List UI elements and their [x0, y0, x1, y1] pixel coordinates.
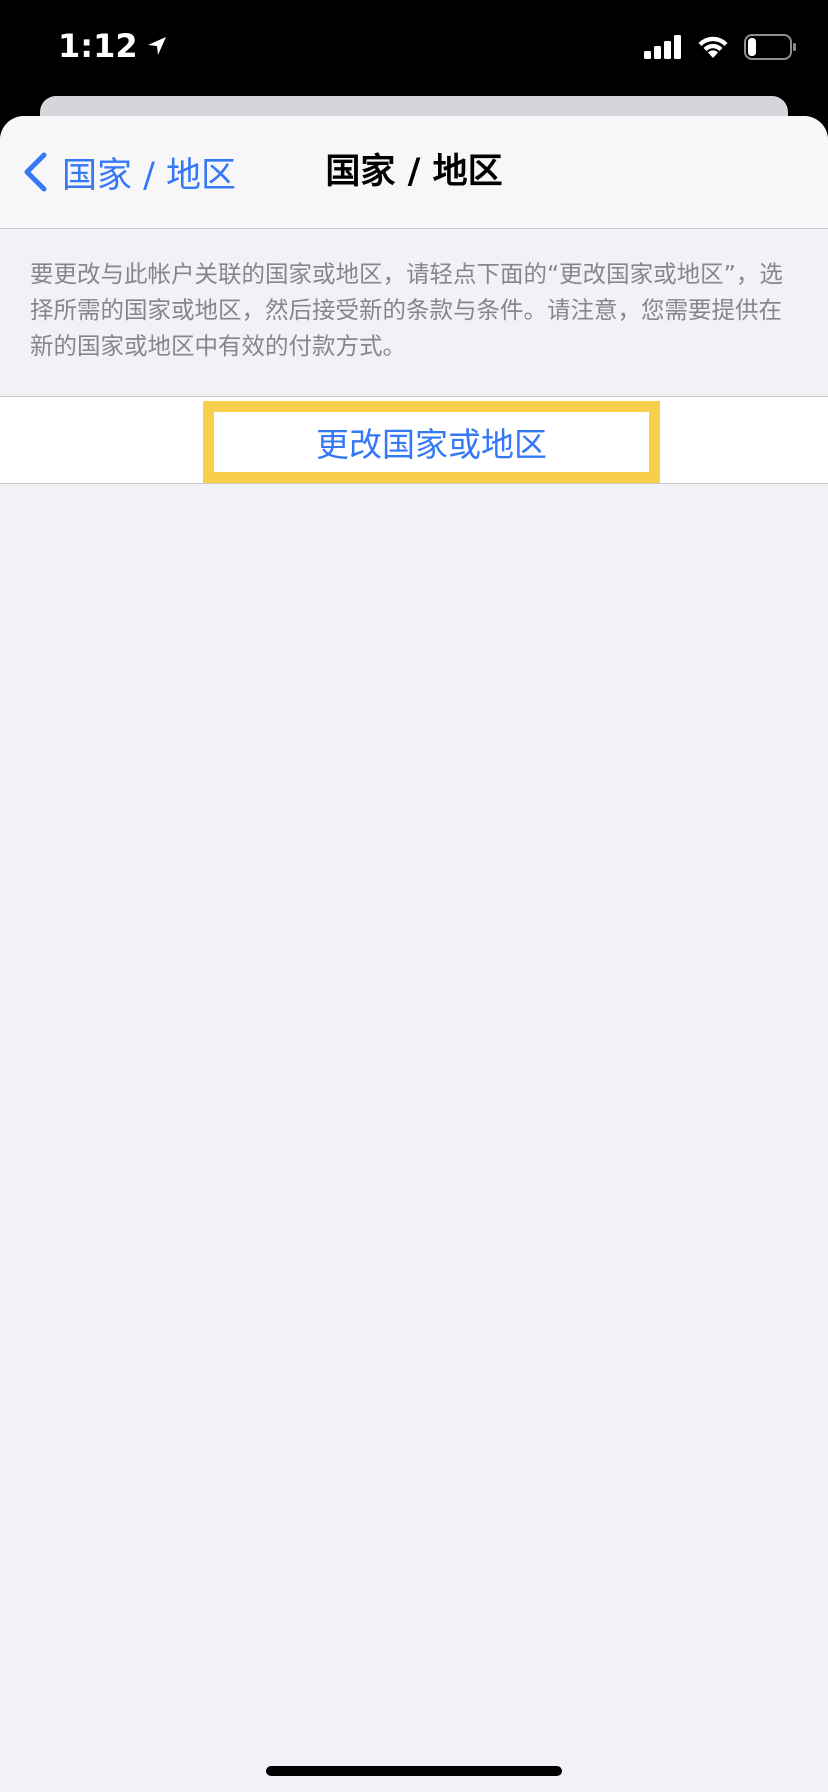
wifi-icon: [698, 36, 728, 58]
cellular-signal-icon: [644, 35, 681, 59]
region-sheet: 国家 / 地区 国家 / 地区 要更改与此帐户关联的国家或地区，请轻点下面的“更…: [0, 116, 828, 1792]
status-indicators: [644, 34, 798, 60]
location-arrow-icon: [147, 37, 166, 55]
time-label: 1:12: [58, 27, 138, 65]
description-text: 要更改与此帐户关联的国家或地区，请轻点下面的“更改国家或地区”，选择所需的国家或…: [30, 260, 783, 360]
status-time: 1:12: [58, 27, 168, 65]
change-region-button[interactable]: 更改国家或地区: [214, 412, 649, 472]
status-bar: 1:12: [0, 0, 828, 96]
navigation-bar: 国家 / 地区 国家 / 地区: [0, 116, 828, 229]
home-indicator[interactable]: [266, 1766, 562, 1776]
battery-icon: [744, 34, 796, 60]
page-title: 国家 / 地区: [325, 152, 503, 192]
